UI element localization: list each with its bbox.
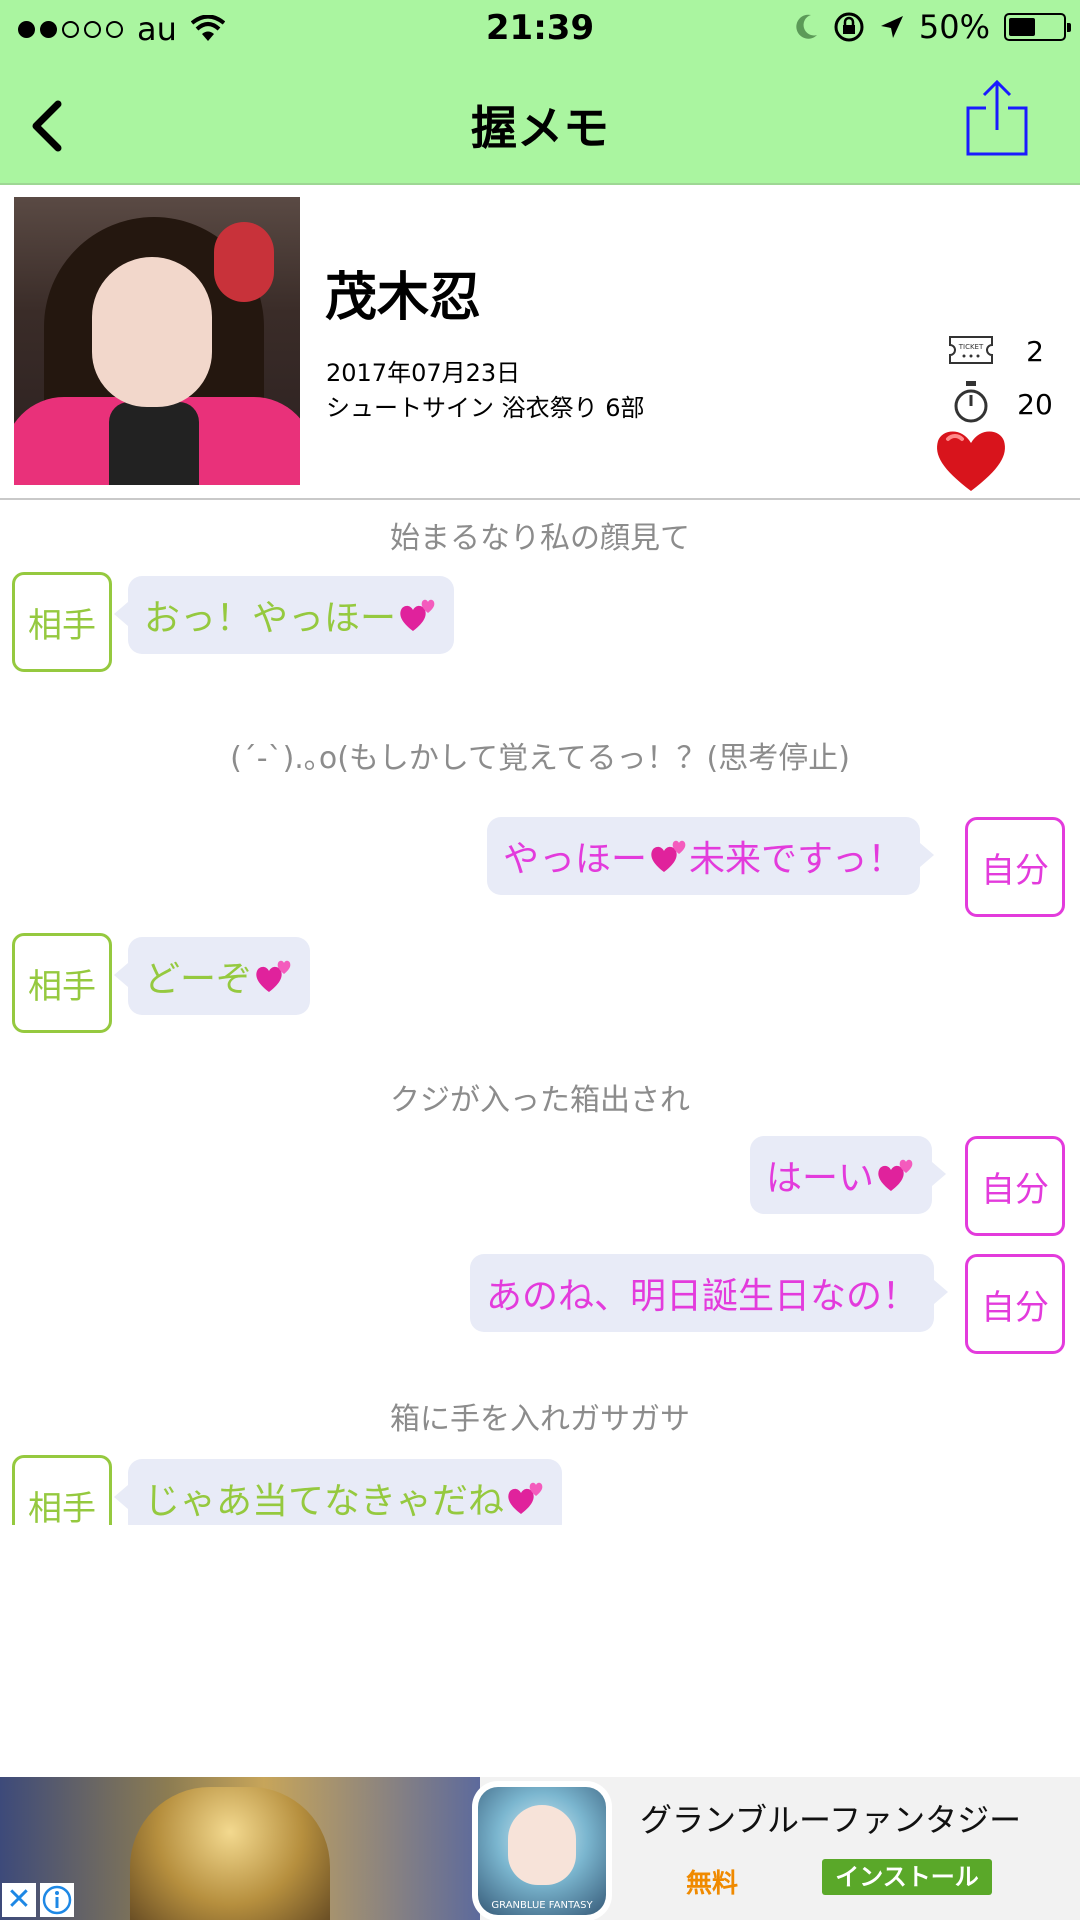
narration-note: クジが入った箱出され xyxy=(390,1083,690,1118)
ticket-icon-text: TICKET xyxy=(958,343,984,351)
profile-date: 2017年07月23日 xyxy=(326,359,521,387)
other-tag: 相手 xyxy=(12,933,112,1033)
other-tag: 相手 xyxy=(12,572,112,672)
message-text: やっほー xyxy=(503,839,648,880)
ad-app-icon-label: GRANBLUE FANTASY xyxy=(491,1900,593,1911)
message-bubble-self: やっほー 未来ですっ！ xyxy=(487,817,934,895)
message-bubble-other: どーぞ xyxy=(113,937,311,1015)
message-text: どーぞ xyxy=(144,959,253,1000)
message-bubble-other: じゃあ当てなきゃだね xyxy=(113,1459,563,1525)
ad-app-icon[interactable]: GRANBLUE FANTASY xyxy=(472,1781,612,1920)
ad-info-icon[interactable] xyxy=(40,1883,74,1917)
profile-name: 茂木忍 xyxy=(325,268,482,328)
status-right: 50% xyxy=(793,8,1071,46)
message-text: はーい xyxy=(766,1158,875,1199)
battery-icon xyxy=(1004,13,1071,41)
share-icon[interactable] xyxy=(964,78,1030,158)
battery-fill xyxy=(1009,18,1035,36)
seconds-count: 20 xyxy=(1017,388,1053,421)
self-tag: 自分 xyxy=(965,1254,1065,1354)
self-tag: 自分 xyxy=(965,817,1065,917)
message-text: おっ！やっほー xyxy=(144,598,397,639)
message-text-after: 未来ですっ！ xyxy=(689,839,904,880)
message-bubble-self: はーい xyxy=(750,1136,947,1214)
chat-log[interactable]: 始まるなり私の顔見て 相手 おっ！やっほー (´-`).｡o(もしかして覚えてる… xyxy=(0,500,1080,1525)
narration-note: 始まるなり私の顔見て xyxy=(390,521,690,556)
message-text: じゃあ当てなきゃだね xyxy=(144,1481,505,1522)
other-tag: 相手 xyxy=(12,1455,112,1525)
battery-percent: 50% xyxy=(918,8,990,46)
message-bubble-self: あのね、明日誕生日なの！ xyxy=(470,1254,949,1332)
ad-app-name[interactable]: グランブルーファンタジー xyxy=(640,1795,1021,1841)
message-bubble-other: おっ！やっほー xyxy=(113,576,455,654)
profile-event: シュートサイン 浴衣祭り 6部 xyxy=(326,394,645,422)
heart-icon[interactable] xyxy=(932,425,1010,495)
two-hearts-icon xyxy=(400,599,435,631)
two-hearts-icon xyxy=(651,840,686,872)
stopwatch-icon xyxy=(954,381,988,423)
narration-note: 箱に手を入れガサガサ xyxy=(390,1402,690,1437)
ad-banner[interactable]: ✕ GRANBLUE FANTASY グランブルーファンタジー 無料 インストー… xyxy=(0,1777,1080,1920)
profile-header: 茂木忍 2017年07月23日 シュートサイン 浴衣祭り 6部 TICKET 2… xyxy=(0,185,1080,500)
page-title: 握メモ xyxy=(471,101,609,155)
self-tag: 自分 xyxy=(965,1136,1065,1236)
top-bar: au 21:39 50% 握メモ xyxy=(0,0,1080,185)
ticket-count: 2 xyxy=(1026,335,1044,368)
ad-install-button[interactable]: インストール xyxy=(822,1859,992,1895)
two-hearts-icon xyxy=(256,960,291,992)
message-text: あのね、明日誕生日なの！ xyxy=(486,1276,919,1317)
two-hearts-icon xyxy=(878,1159,913,1191)
ad-price: 無料 xyxy=(686,1869,739,1899)
rotation-lock-icon xyxy=(834,12,864,42)
two-hearts-icon xyxy=(508,1482,543,1514)
ticket-icon: TICKET xyxy=(949,336,993,364)
avatar xyxy=(14,197,300,485)
narration-note: (´-`).｡o(もしかして覚えてるっ！？(思考停止) xyxy=(230,741,850,776)
status-bar: au 21:39 50% xyxy=(0,0,1080,60)
ad-close-icon[interactable]: ✕ xyxy=(2,1883,36,1917)
moon-icon xyxy=(796,14,817,39)
location-arrow-icon xyxy=(880,16,903,38)
